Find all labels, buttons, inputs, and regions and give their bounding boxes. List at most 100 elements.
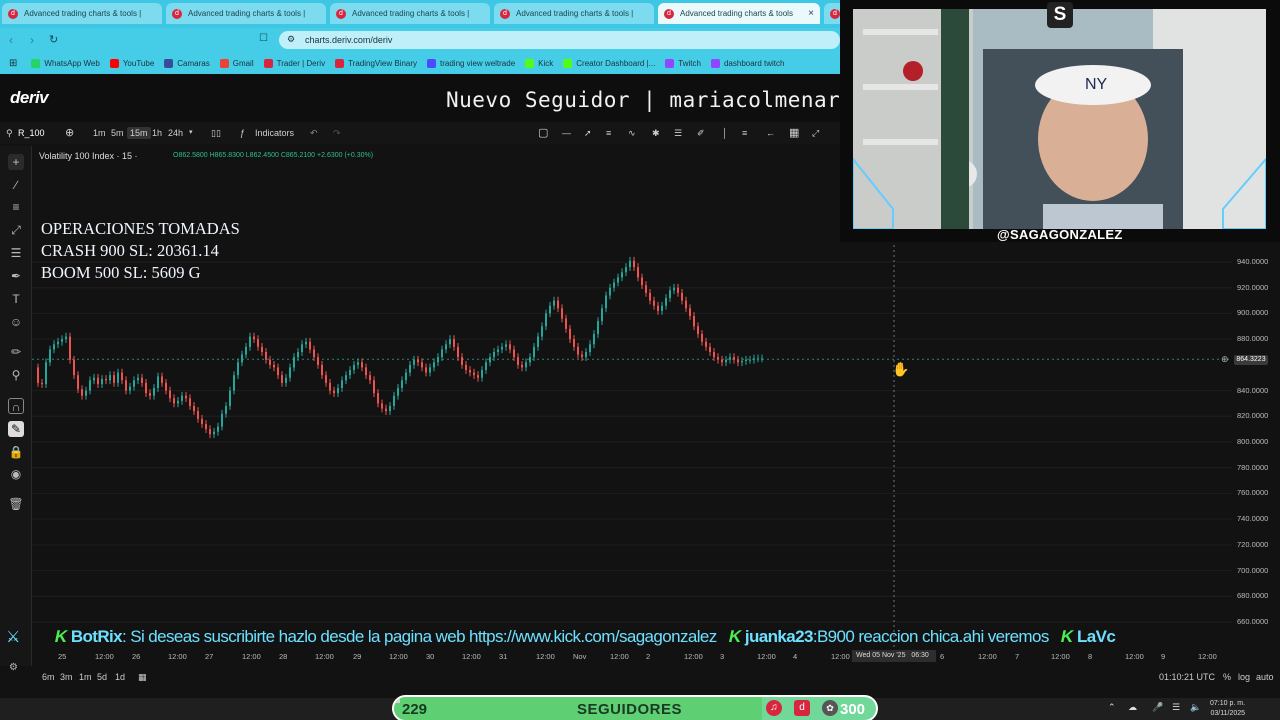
- redo-icon[interactable]: ↷: [333, 128, 341, 139]
- compare-add-icon[interactable]: ⊕: [65, 126, 74, 139]
- path-tool-icon[interactable]: ∿: [628, 128, 636, 139]
- pitchfork-icon[interactable]: ⤢: [8, 222, 24, 238]
- range-1m[interactable]: 1m: [79, 672, 92, 682]
- log-scale-toggle[interactable]: log: [1238, 672, 1250, 682]
- wifi-icon[interactable]: ☰: [1172, 702, 1180, 713]
- chart-type-icon[interactable]: ▯▯: [211, 128, 221, 139]
- forward-icon[interactable]: ›: [30, 33, 34, 47]
- percent-scale-toggle[interactable]: %: [1223, 672, 1231, 682]
- goto-date-icon[interactable]: ▦: [138, 672, 147, 683]
- bookmark-icon[interactable]: ☐: [259, 33, 268, 44]
- indicators-icon[interactable]: ƒ: [240, 128, 245, 138]
- ruler-icon[interactable]: ✏: [8, 344, 24, 360]
- eye-icon[interactable]: ◉: [8, 466, 24, 482]
- candle: [229, 390, 231, 406]
- browser-tab[interactable]: d Advanced trading charts & tools |: [2, 3, 162, 24]
- range-5d[interactable]: 5d: [97, 672, 107, 682]
- deriv-logo[interactable]: deriv: [10, 88, 49, 108]
- candle: [397, 388, 399, 396]
- tab-close-icon[interactable]: ×: [808, 8, 814, 19]
- channel-tool-icon[interactable]: ☰: [674, 128, 682, 139]
- candle: [201, 418, 203, 424]
- measure-icon[interactable]: ⤢: [812, 128, 819, 139]
- text-tool-icon[interactable]: T: [8, 291, 24, 307]
- site-info-icon[interactable]: ⚙: [287, 34, 295, 45]
- candle: [365, 367, 367, 376]
- range-1d[interactable]: 1d: [115, 672, 125, 682]
- back-icon[interactable]: ‹: [9, 33, 13, 47]
- apps-grid-icon[interactable]: ⊞: [9, 58, 17, 69]
- browser-tab-active[interactable]: d Advanced trading charts & tools ×: [658, 3, 820, 24]
- bookmark-item[interactable]: WhatsApp Web: [31, 58, 100, 68]
- crosshair-icon[interactable]: +: [8, 154, 24, 170]
- candle: [109, 375, 111, 381]
- indicators-button[interactable]: Indicators: [255, 128, 294, 138]
- ray-tool-icon[interactable]: ←: [766, 128, 775, 138]
- line-tool-icon[interactable]: ∕: [8, 177, 24, 193]
- interval-1m[interactable]: 1m: [93, 128, 106, 138]
- deriv-favicon-icon: d: [172, 8, 182, 19]
- grid-icon[interactable]: ▦: [789, 126, 799, 139]
- taskbar-clock[interactable]: 07:10 p. m. 03/11/2025: [1210, 699, 1245, 719]
- undo-icon[interactable]: ↶: [310, 128, 318, 139]
- interval-15m[interactable]: 15m: [127, 127, 151, 139]
- hlines-tool-icon[interactable]: ≡: [8, 199, 24, 215]
- bookmark-item[interactable]: dashboard twitch: [710, 58, 784, 68]
- y-tick-label: 780.0000: [1237, 462, 1269, 472]
- bookmark-item[interactable]: trading view weltrade: [427, 58, 515, 68]
- svg-text:NY: NY: [1085, 76, 1108, 93]
- cloud-icon[interactable]: ☁: [1128, 702, 1137, 713]
- interval-1h[interactable]: 1h: [152, 128, 162, 138]
- browser-tab[interactable]: d Advanced trading charts & tools |: [330, 3, 490, 24]
- lock-icon[interactable]: 🔒: [8, 444, 24, 460]
- brush-tool-icon[interactable]: ✐: [697, 128, 705, 139]
- candle: [213, 431, 215, 435]
- reload-icon[interactable]: ↻: [49, 33, 58, 46]
- emoji-icon[interactable]: ☺: [8, 314, 24, 330]
- symbol-search-icon[interactable]: ⚲: [6, 128, 13, 139]
- rectangle-tool-icon[interactable]: ▢: [538, 126, 548, 139]
- range-3m[interactable]: 3m: [60, 672, 73, 682]
- bookmark-item[interactable]: Gmail: [219, 58, 254, 68]
- browser-tab[interactable]: d Advanced trading charts & tools |: [166, 3, 326, 24]
- interval-5m[interactable]: 5m: [111, 128, 124, 138]
- zoom-icon[interactable]: ⚲: [8, 367, 24, 383]
- interval-24h[interactable]: 24h: [168, 128, 183, 138]
- chevron-down-icon[interactable]: ▾: [189, 128, 193, 136]
- utc-clock[interactable]: 01:10:21 UTC: [1159, 672, 1215, 682]
- candle: [461, 357, 463, 365]
- chevron-up-icon[interactable]: ⌃: [1108, 702, 1116, 713]
- auto-scale-toggle[interactable]: auto: [1256, 672, 1274, 682]
- vertical-line-icon[interactable]: │: [722, 128, 728, 138]
- layers-icon[interactable]: ≡: [742, 128, 747, 138]
- bookmark-item[interactable]: Twitch: [665, 58, 701, 68]
- candle: [77, 375, 79, 390]
- price-chart[interactable]: [32, 240, 1280, 660]
- trash-icon[interactable]: 🗑: [8, 496, 24, 512]
- candle: [677, 287, 679, 293]
- candle: [733, 357, 735, 360]
- pattern-tool-icon[interactable]: ✱: [652, 128, 660, 139]
- bookmark-item[interactable]: TradingView Binary: [335, 58, 417, 68]
- fibonacci-icon[interactable]: ☰: [8, 245, 24, 261]
- fib-tool-icon[interactable]: ≡: [606, 128, 611, 138]
- url-input[interactable]: ⚙ charts.deriv.com/deriv: [279, 31, 840, 49]
- pen-icon[interactable]: ✒: [8, 268, 24, 284]
- bookmark-item[interactable]: YouTube: [109, 58, 154, 68]
- bookmark-item[interactable]: Trader | Deriv: [263, 58, 325, 68]
- add-alert-icon[interactable]: ⊕: [1221, 354, 1229, 365]
- lock-drawing-icon[interactable]: ✎: [8, 421, 24, 437]
- mic-icon[interactable]: 🎤: [1152, 702, 1163, 713]
- y-tick-label: 700.0000: [1237, 565, 1269, 575]
- bookmark-item[interactable]: Creator Dashboard |...: [563, 58, 655, 68]
- trend-line-icon[interactable]: ➚: [584, 128, 592, 139]
- horizontal-line-icon[interactable]: —: [562, 128, 571, 138]
- browser-tab[interactable]: d Advanced trading charts & tools |: [494, 3, 654, 24]
- magnet-icon[interactable]: ∩: [8, 398, 24, 414]
- bookmark-item[interactable]: Kick: [525, 58, 553, 68]
- settings-icon[interactable]: ⚙: [9, 662, 18, 673]
- bookmark-item[interactable]: Camaras: [164, 58, 210, 68]
- volume-icon[interactable]: 🔈: [1190, 702, 1201, 713]
- symbol-input[interactable]: R_100: [18, 128, 45, 138]
- range-6m[interactable]: 6m: [42, 672, 55, 682]
